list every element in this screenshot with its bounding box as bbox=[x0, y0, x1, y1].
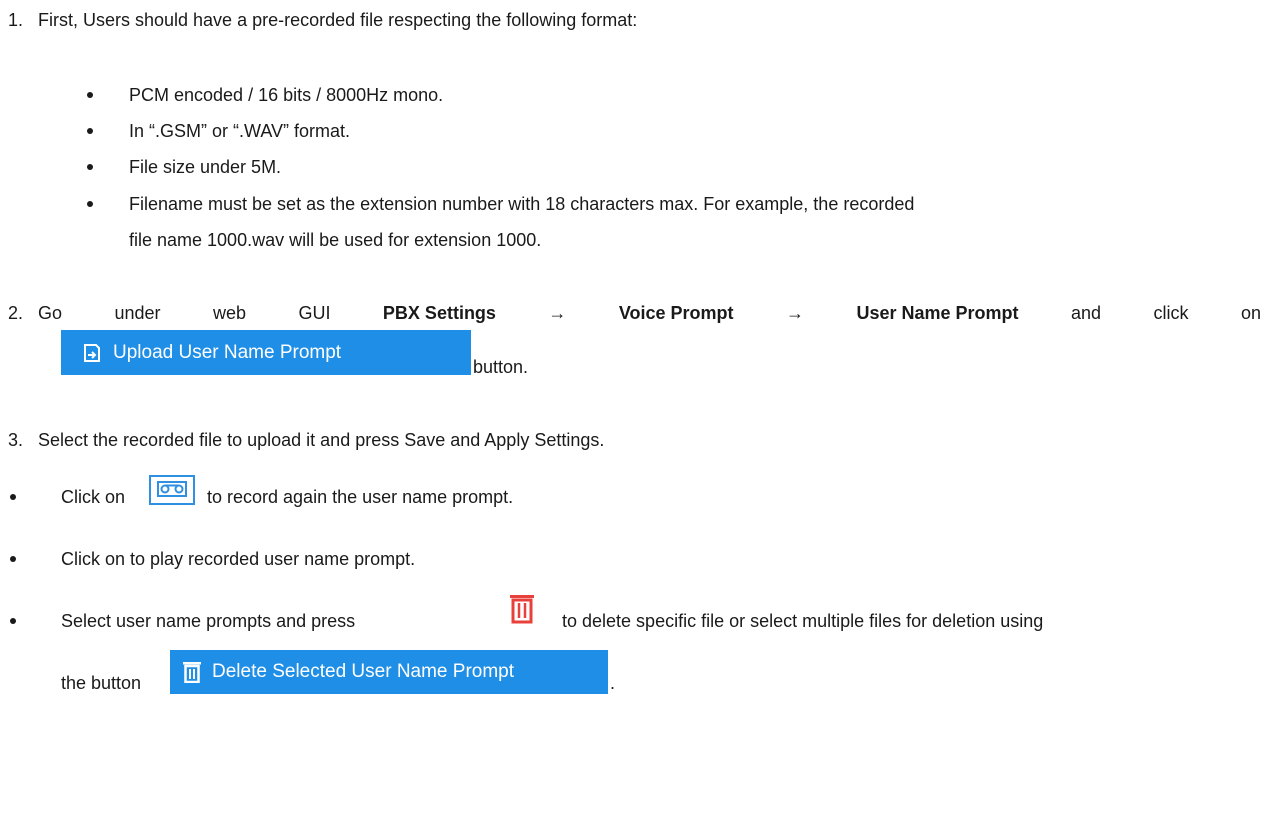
upload-icon bbox=[81, 342, 103, 364]
delete-selected-user-name-prompt-button[interactable]: Delete Selected User Name Prompt bbox=[170, 650, 608, 694]
step-2-word: click bbox=[1153, 303, 1189, 323]
step-3-number: 3. bbox=[8, 430, 24, 450]
step-2-word: GUI bbox=[298, 303, 331, 323]
trash-icon[interactable] bbox=[509, 594, 535, 629]
step-1-text: First, Users should have a pre-recorded … bbox=[38, 10, 638, 30]
arrow-right-icon: → bbox=[548, 303, 567, 323]
upload-user-name-prompt-button[interactable]: Upload User Name Prompt bbox=[61, 330, 471, 375]
step-2-word: under bbox=[114, 303, 161, 323]
upload-button-label: Upload User Name Prompt bbox=[113, 341, 342, 363]
bullet-text: to delete specific file or select multip… bbox=[562, 611, 1044, 631]
delete-selected-button-label: Delete Selected User Name Prompt bbox=[212, 661, 515, 682]
step-2-word: web bbox=[212, 303, 246, 323]
bullet-text: Click on bbox=[61, 487, 126, 507]
cassette-icon[interactable] bbox=[149, 475, 195, 510]
bullet-dot bbox=[87, 164, 93, 170]
step-1-number: 1. bbox=[8, 10, 24, 30]
bullet-text: the button bbox=[61, 673, 142, 693]
step-2-text: Go under web GUI PBX Settings → Voice Pr… bbox=[38, 302, 1261, 324]
format-item-text: Filename must be set as the extension nu… bbox=[129, 194, 915, 214]
menu-user-name-prompt: User Name Prompt bbox=[856, 303, 1019, 323]
format-item-text: PCM encoded / 16 bits / 8000Hz mono. bbox=[129, 85, 444, 105]
format-item-text: In “.GSM” or “.WAV” format. bbox=[129, 121, 351, 141]
bullet-dot bbox=[87, 201, 93, 207]
bullet-dot bbox=[87, 92, 93, 98]
bullet-dot bbox=[87, 128, 93, 134]
step-2-word: on bbox=[1240, 303, 1261, 323]
format-item-text: file name 1000.wav will be used for exte… bbox=[129, 230, 542, 250]
step-2-after-text: button. bbox=[473, 357, 529, 377]
bullet-dot bbox=[10, 556, 16, 562]
bullet-dot bbox=[10, 618, 16, 624]
format-item-text: File size under 5M. bbox=[129, 157, 282, 177]
menu-voice-prompt: Voice Prompt bbox=[618, 303, 734, 323]
bullet-text: to record again the user name prompt. bbox=[207, 487, 514, 507]
menu-pbx-settings: PBX Settings bbox=[382, 303, 496, 323]
bullet-dot bbox=[10, 494, 16, 500]
step-2-number: 2. bbox=[8, 303, 24, 323]
step-2-word: and bbox=[1070, 303, 1102, 323]
bullet-text: Select user name prompts and press bbox=[61, 611, 356, 631]
step-3-text: Select the recorded file to upload it an… bbox=[38, 430, 605, 450]
step-2-word: Go bbox=[38, 303, 63, 323]
trash-icon bbox=[182, 661, 202, 683]
bullet-text: Click on to play recorded user name prom… bbox=[61, 549, 416, 569]
bullet-text: . bbox=[610, 673, 616, 693]
arrow-right-icon: → bbox=[786, 303, 805, 323]
